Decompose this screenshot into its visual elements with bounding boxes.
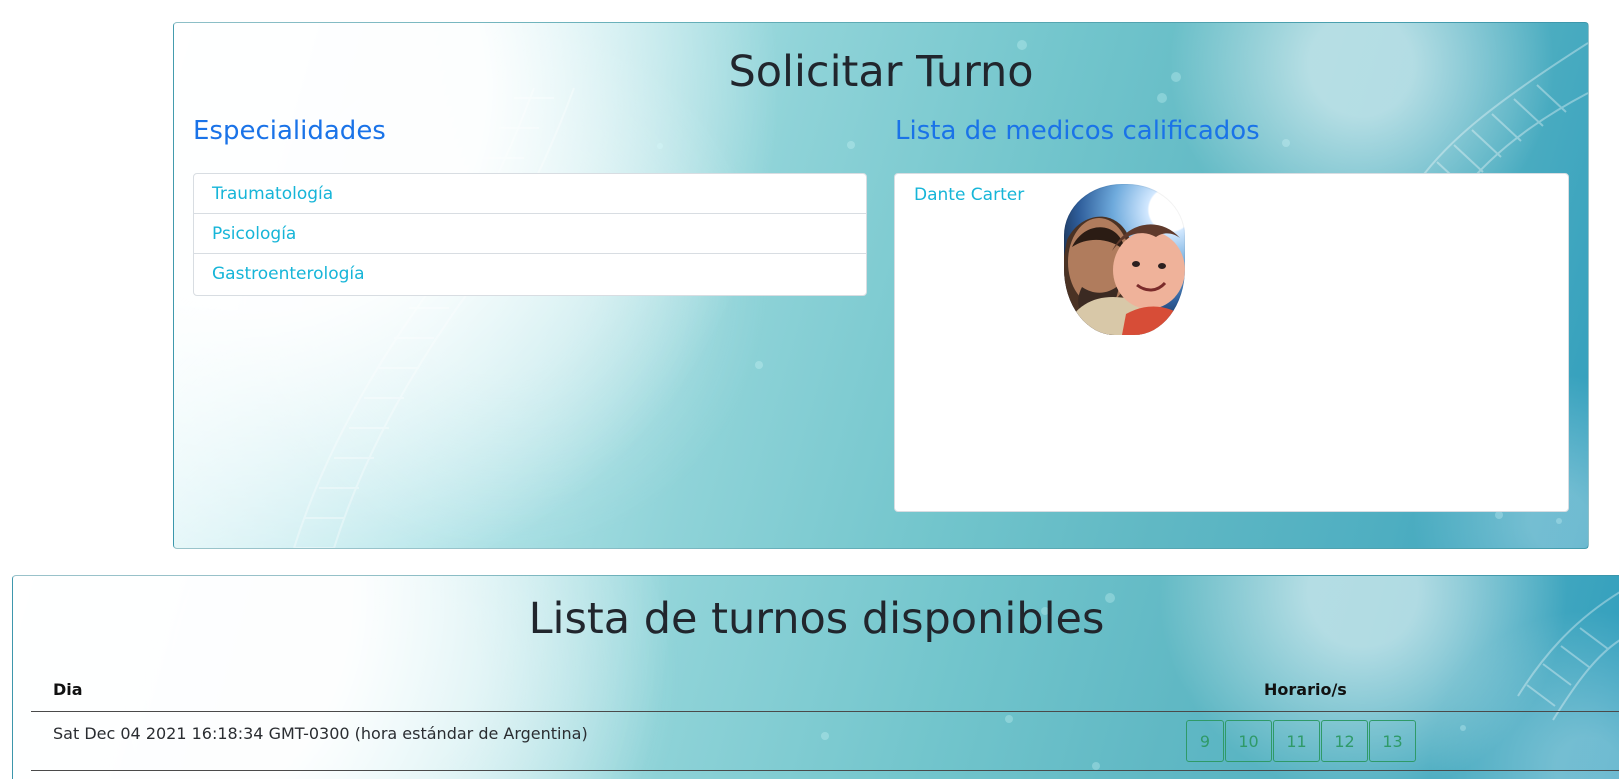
available-appointments-title: Lista de turnos disponibles [528, 594, 1105, 644]
hour-slot-button-12[interactable]: 12 [1321, 720, 1368, 762]
hour-slot-button-10[interactable]: 10 [1225, 720, 1272, 762]
hours-column-header: Horario/s [1264, 680, 1347, 699]
day-column-header: Dia [53, 680, 83, 699]
doctor-item[interactable]: Dante Carter [895, 174, 1568, 335]
qualified-doctors-list: Dante Carter [894, 173, 1569, 512]
doctor-photo [1064, 184, 1185, 335]
table-row: Sat Dec 04 2021 16:18:34 GMT-0300 (hora … [31, 712, 1619, 771]
page-title: Solicitar Turno [728, 47, 1034, 97]
request-appointment-panel: Solicitar Turno Especialidades Lista de … [173, 22, 1589, 549]
appointment-date: Sat Dec 04 2021 16:18:34 GMT-0300 (hora … [53, 724, 588, 743]
hour-slot-button-13[interactable]: 13 [1369, 720, 1416, 762]
specialties-list: Traumatología Psicología Gastroenterolog… [193, 173, 867, 296]
specialty-item-gastroenterologia[interactable]: Gastroenterología [194, 254, 866, 294]
hour-slot-group: 9 10 11 12 13 [1186, 720, 1416, 762]
appointments-table-header: Dia Horario/s [31, 677, 1619, 712]
specialty-item-psicologia[interactable]: Psicología [194, 214, 866, 254]
doctor-name: Dante Carter [914, 185, 1025, 205]
specialties-heading: Especialidades [193, 116, 386, 146]
doctor-portrait-image [1064, 216, 1185, 335]
hour-slot-button-11[interactable]: 11 [1273, 720, 1320, 762]
qualified-doctors-heading: Lista de medicos calificados [895, 116, 1260, 146]
specialty-item-traumatologia[interactable]: Traumatología [194, 174, 866, 214]
available-appointments-panel: Lista de turnos disponibles Dia Horario/… [12, 575, 1619, 779]
hour-slot-button-9[interactable]: 9 [1186, 720, 1224, 762]
